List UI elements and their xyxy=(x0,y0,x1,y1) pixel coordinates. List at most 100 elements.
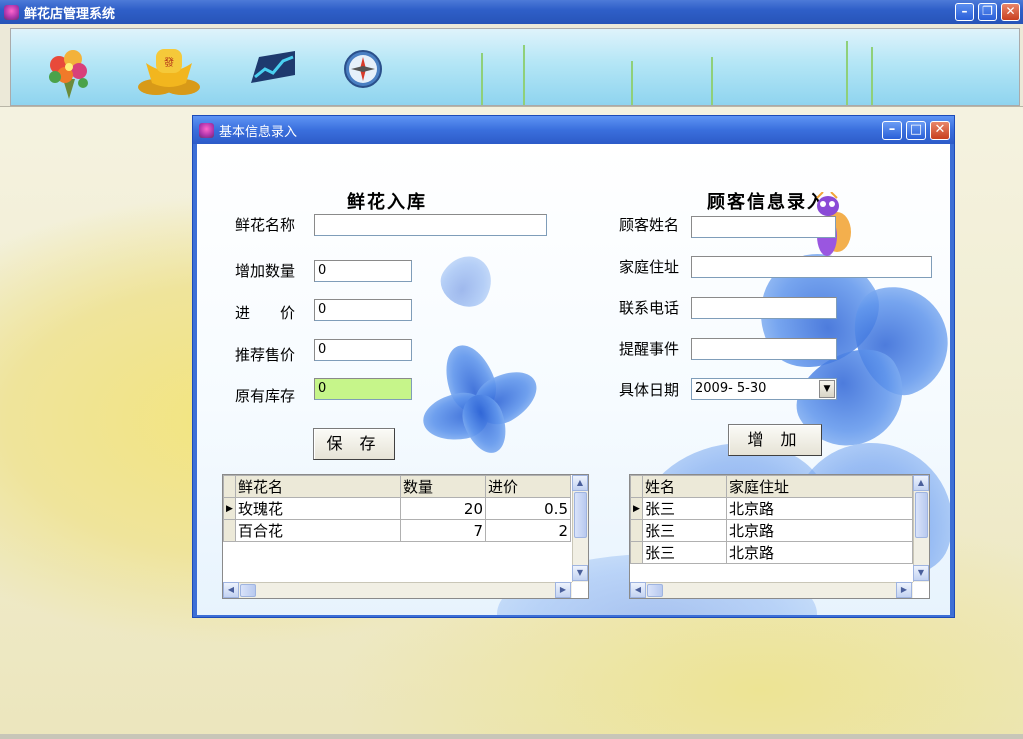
column-header[interactable]: 鲜花名 xyxy=(235,475,401,498)
app-title: 鲜花店管理系统 xyxy=(24,6,116,22)
horizontal-scrollbar[interactable]: ◀ ▶ xyxy=(630,582,913,598)
quantity-cell[interactable]: 20 xyxy=(400,497,486,520)
child-close-button[interactable]: ✕ xyxy=(930,121,950,140)
home-address-label: 家庭住址 xyxy=(619,258,680,276)
flower-bouquet-icon[interactable] xyxy=(41,43,97,99)
row-indicator-header xyxy=(223,475,236,498)
scroll-thumb[interactable] xyxy=(915,492,928,538)
grass-decoration xyxy=(481,53,483,105)
scroll-up-icon[interactable]: ▲ xyxy=(572,475,588,491)
flower-name-cell[interactable]: 玫瑰花 xyxy=(235,497,401,520)
app-icon xyxy=(4,4,19,20)
window-icon xyxy=(199,122,214,138)
row-indicator xyxy=(630,519,643,542)
column-header[interactable]: 姓名 xyxy=(642,475,727,498)
table-row[interactable]: ▶ 张三 北京路 xyxy=(630,497,913,520)
reminder-event-input[interactable] xyxy=(691,338,837,360)
scroll-thumb[interactable] xyxy=(647,584,663,597)
suggested-price-input[interactable]: 0 xyxy=(314,339,412,361)
flower-name-label: 鲜花名称 xyxy=(235,216,296,234)
toolbar-panel: 發 xyxy=(10,28,1020,106)
flower-decoration xyxy=(432,246,502,316)
row-indicator xyxy=(630,541,643,564)
customer-grid: 姓名 家庭住址 ▶ 张三 北京路 张三 北京路 张三 北京路 ▲ ▼ ◀ ▶ xyxy=(629,474,930,599)
scroll-right-icon[interactable]: ▶ xyxy=(896,582,912,598)
customer-name-cell[interactable]: 张三 xyxy=(642,541,727,564)
horizontal-scrollbar[interactable]: ◀ ▶ xyxy=(223,582,572,598)
customer-table: 姓名 家庭住址 ▶ 张三 北京路 张三 北京路 张三 北京路 xyxy=(630,475,913,564)
flower-table: 鲜花名 数量 进价 ▶ 玫瑰花 20 0.5 百合花 7 2 xyxy=(223,475,571,542)
client-area: 鲜花入库 鲜花名称 增加数量 0 进 价 0 推荐售价 0 原有库存 0 保 存… xyxy=(197,144,950,615)
row-indicator xyxy=(223,519,236,542)
existing-stock-label: 原有库存 xyxy=(235,387,296,405)
address-cell[interactable]: 北京路 xyxy=(726,541,913,564)
child-maximize-button[interactable]: □ xyxy=(906,121,926,140)
current-row-icon: ▶ xyxy=(630,497,643,520)
column-header[interactable]: 进价 xyxy=(485,475,571,498)
date-label: 具体日期 xyxy=(619,381,680,399)
date-picker[interactable]: 2009- 5-30 ▼ xyxy=(691,378,837,400)
add-quantity-input[interactable]: 0 xyxy=(314,260,412,282)
chart-icon[interactable] xyxy=(249,47,305,103)
scroll-thumb[interactable] xyxy=(240,584,256,597)
minimize-button[interactable]: – xyxy=(955,3,974,21)
scroll-up-icon[interactable]: ▲ xyxy=(913,475,929,491)
main-title-bar: 鲜花店管理系统 – ❐ ✕ xyxy=(0,0,1023,24)
flower-name-input[interactable] xyxy=(314,214,547,236)
scroll-thumb[interactable] xyxy=(574,492,587,538)
child-window-title: 基本信息录入 xyxy=(219,124,298,140)
date-value: 2009- 5-30 xyxy=(695,381,767,396)
table-row[interactable]: 百合花 7 2 xyxy=(223,519,571,542)
grass-decoration xyxy=(871,47,873,105)
svg-text:發: 發 xyxy=(164,56,174,69)
scroll-right-icon[interactable]: ▶ xyxy=(555,582,571,598)
flower-name-cell[interactable]: 百合花 xyxy=(235,519,401,542)
add-button[interactable]: 增 加 xyxy=(728,424,822,456)
customer-name-cell[interactable]: 张三 xyxy=(642,497,727,520)
status-strip xyxy=(0,734,1023,739)
scroll-down-icon[interactable]: ▼ xyxy=(572,565,588,581)
child-title-bar: 基本信息录入 – □ ✕ xyxy=(193,116,954,144)
table-row[interactable]: 张三 北京路 xyxy=(630,541,913,564)
customer-name-cell[interactable]: 张三 xyxy=(642,519,727,542)
row-indicator-header xyxy=(630,475,643,498)
table-row[interactable]: 张三 北京路 xyxy=(630,519,913,542)
close-button[interactable]: ✕ xyxy=(1001,3,1020,21)
scroll-down-icon[interactable]: ▼ xyxy=(913,565,929,581)
address-cell[interactable]: 北京路 xyxy=(726,519,913,542)
current-row-icon: ▶ xyxy=(223,497,236,520)
vertical-scrollbar[interactable]: ▲ ▼ xyxy=(572,475,588,582)
grass-decoration xyxy=(711,57,713,105)
phone-label: 联系电话 xyxy=(619,299,680,317)
flower-grid: 鲜花名 数量 进价 ▶ 玫瑰花 20 0.5 百合花 7 2 ▲ ▼ ◀ ▶ xyxy=(222,474,589,599)
phone-input[interactable] xyxy=(691,297,837,319)
child-minimize-button[interactable]: – xyxy=(882,121,902,140)
column-header[interactable]: 家庭住址 xyxy=(726,475,913,498)
column-header[interactable]: 数量 xyxy=(400,475,486,498)
basic-info-window: 基本信息录入 – □ ✕ 鲜花入库 鲜花名称 增加数量 0 进 价 0 推荐售价… xyxy=(192,115,955,618)
save-button[interactable]: 保 存 xyxy=(313,428,395,460)
restore-button[interactable]: ❐ xyxy=(978,3,997,21)
home-address-input[interactable] xyxy=(691,256,932,278)
grass-decoration xyxy=(846,41,848,105)
table-row[interactable]: ▶ 玫瑰花 20 0.5 xyxy=(223,497,571,520)
suggested-price-label: 推荐售价 xyxy=(235,346,296,364)
address-cell[interactable]: 北京路 xyxy=(726,497,913,520)
scroll-left-icon[interactable]: ◀ xyxy=(223,582,239,598)
existing-stock-input[interactable]: 0 xyxy=(314,378,412,400)
toolbar: 發 xyxy=(0,24,1023,107)
grass-decoration xyxy=(631,61,633,105)
vertical-scrollbar[interactable]: ▲ ▼ xyxy=(913,475,929,582)
price-cell[interactable]: 2 xyxy=(485,519,571,542)
chevron-down-icon[interactable]: ▼ xyxy=(819,380,835,398)
reminder-event-label: 提醒事件 xyxy=(619,340,680,358)
purchase-price-input[interactable]: 0 xyxy=(314,299,412,321)
scroll-left-icon[interactable]: ◀ xyxy=(630,582,646,598)
price-cell[interactable]: 0.5 xyxy=(485,497,571,520)
grass-decoration xyxy=(523,45,525,105)
customer-name-input[interactable] xyxy=(691,216,836,238)
add-quantity-label: 增加数量 xyxy=(235,262,296,280)
compass-icon[interactable] xyxy=(343,49,399,105)
quantity-cell[interactable]: 7 xyxy=(400,519,486,542)
gold-ingot-icon[interactable]: 發 xyxy=(136,43,200,99)
